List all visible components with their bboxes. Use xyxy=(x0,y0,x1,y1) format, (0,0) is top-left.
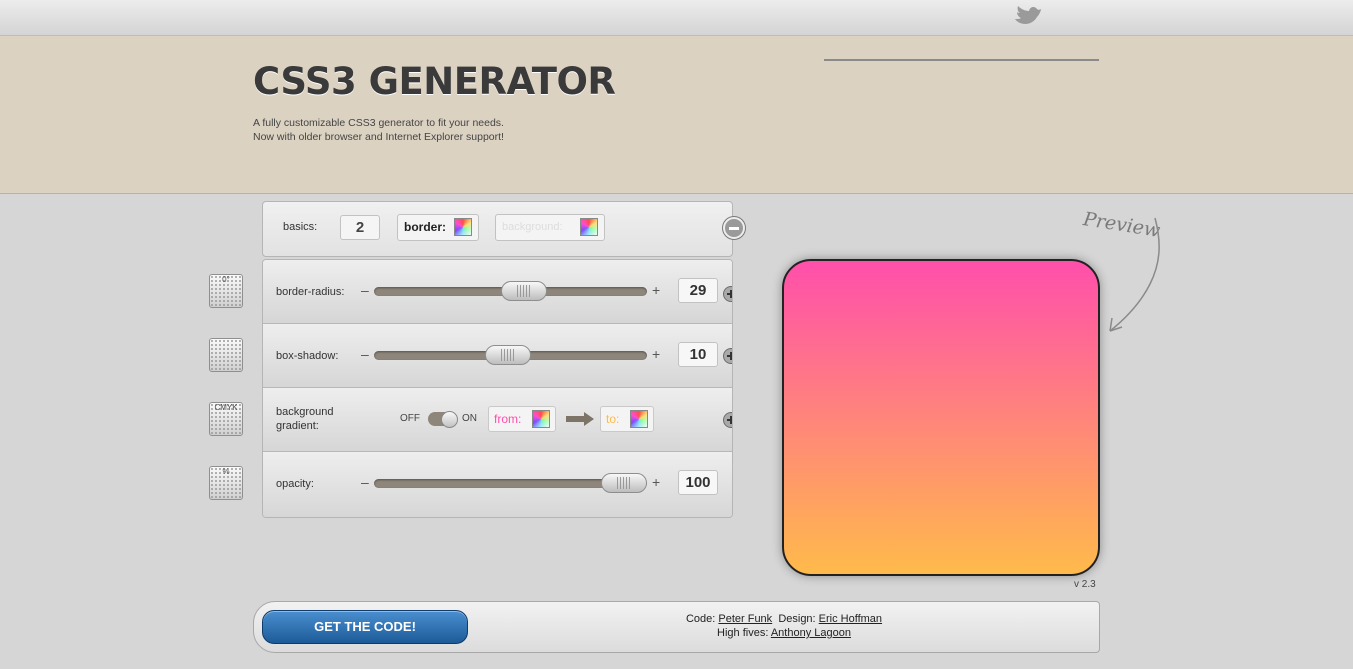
design-author-link[interactable]: Eric Hoffman xyxy=(819,613,882,625)
tagline: A fully customizable CSS3 generator to f… xyxy=(253,116,504,144)
opacity-label: opacity: xyxy=(276,478,314,490)
version-label: v 2.3 xyxy=(1074,579,1096,590)
to-label: to: xyxy=(606,412,620,426)
code-author-link[interactable]: Peter Funk xyxy=(718,613,772,625)
high-fives-link[interactable]: Anthony Lagoon xyxy=(771,627,851,639)
cmyk-icon-label: CMYK xyxy=(214,403,238,412)
percent-icon[interactable]: % xyxy=(209,466,243,500)
add-button[interactable] xyxy=(723,412,732,428)
credits-line-1: Code: Peter Funk Design: Eric Hoffman xyxy=(634,612,934,626)
border-color-picker[interactable]: border: xyxy=(397,214,479,241)
border-radius-value[interactable]: 29 xyxy=(678,278,718,303)
gradient-to-picker[interactable]: to: xyxy=(600,406,654,432)
background-gradient-label: background gradient: xyxy=(276,405,334,433)
border-radius-slider[interactable] xyxy=(374,281,647,301)
gradient-label-line-2: gradient: xyxy=(276,420,319,432)
gradient-toggle[interactable] xyxy=(428,411,458,428)
slider-handle[interactable] xyxy=(601,473,647,493)
get-the-code-button[interactable]: GET THE CODE! xyxy=(262,610,468,644)
box-shadow-label: box-shadow: xyxy=(276,350,339,362)
top-bar xyxy=(0,0,1353,36)
collapse-button[interactable] xyxy=(723,217,745,239)
cmyk-icon[interactable]: CMYK xyxy=(209,402,243,436)
credits: Code: Peter Funk Design: Eric Hoffman Hi… xyxy=(634,612,934,640)
tagline-line-1: A fully customizable CSS3 generator to f… xyxy=(253,117,504,129)
box-shadow-row: box-shadow: – + 10 xyxy=(263,324,732,388)
basics-label: basics: xyxy=(283,221,318,233)
decrease-button[interactable]: – xyxy=(361,474,369,490)
background-label: background: xyxy=(502,221,563,233)
box-shadow-value[interactable]: 10 xyxy=(678,342,718,367)
increase-button[interactable]: + xyxy=(652,282,660,298)
twitter-bird-icon[interactable] xyxy=(1013,5,1043,29)
box-shadow-slider[interactable] xyxy=(374,345,647,365)
decrease-button[interactable]: – xyxy=(361,282,369,298)
color-picker-icon[interactable] xyxy=(580,218,598,236)
decrease-button[interactable]: – xyxy=(361,346,369,362)
arrow-right-icon xyxy=(566,412,594,426)
from-label: from: xyxy=(494,412,522,426)
increase-button[interactable]: + xyxy=(652,346,660,362)
border-radius-row: border-radius: – + 29 xyxy=(263,260,732,324)
tagline-line-2: Now with older browser and Internet Expl… xyxy=(253,131,504,143)
opacity-value[interactable]: 100 xyxy=(678,470,718,495)
color-picker-icon[interactable] xyxy=(454,218,472,236)
slider-handle[interactable] xyxy=(501,281,547,301)
toggle-off-label: OFF xyxy=(400,413,420,424)
basics-panel: basics: 2 border: background: xyxy=(262,201,745,257)
controls-panel: border-radius: – + 29 box-shadow: – + 10… xyxy=(262,259,733,518)
border-radius-label: border-radius: xyxy=(276,286,345,298)
percent-icon-label: % xyxy=(222,467,230,476)
footer-bar: GET THE CODE! Code: Peter Funk Design: E… xyxy=(253,601,1100,653)
toggle-on-label: ON xyxy=(462,413,477,424)
opacity-slider[interactable] xyxy=(374,473,647,493)
preview-arrow-icon xyxy=(1109,217,1160,332)
credits-line-2: High fives: Anthony Lagoon xyxy=(634,626,934,640)
rotate-icon[interactable]: 0° xyxy=(209,274,243,308)
background-gradient-row: background gradient: OFF ON from: to: xyxy=(263,388,732,452)
color-picker-icon[interactable] xyxy=(532,410,550,428)
box-shadow-icon[interactable] xyxy=(209,338,243,372)
code-label: Code: xyxy=(685,613,716,625)
opacity-row: opacity: – + 100 xyxy=(263,452,732,517)
gradient-from-picker[interactable]: from: xyxy=(488,406,556,432)
color-picker-icon[interactable] xyxy=(630,410,648,428)
design-label: Design: xyxy=(778,613,816,625)
slider-handle[interactable] xyxy=(485,345,531,365)
page-title: CSS3 GENERATOR xyxy=(253,60,616,103)
basics-count-input[interactable]: 2 xyxy=(340,215,380,240)
high-fives-label: High fives: xyxy=(717,627,769,639)
header-divider xyxy=(824,59,1099,61)
preview-box xyxy=(782,259,1100,576)
add-button[interactable] xyxy=(723,286,732,302)
header: CSS3 GENERATOR A fully customizable CSS3… xyxy=(0,36,1353,194)
add-button[interactable] xyxy=(723,348,732,364)
rotate-icon-label: 0° xyxy=(222,275,230,284)
increase-button[interactable]: + xyxy=(652,474,660,490)
gradient-label-line-1: background xyxy=(276,406,334,418)
background-color-picker[interactable]: background: xyxy=(495,214,605,241)
border-label: border: xyxy=(404,220,446,234)
